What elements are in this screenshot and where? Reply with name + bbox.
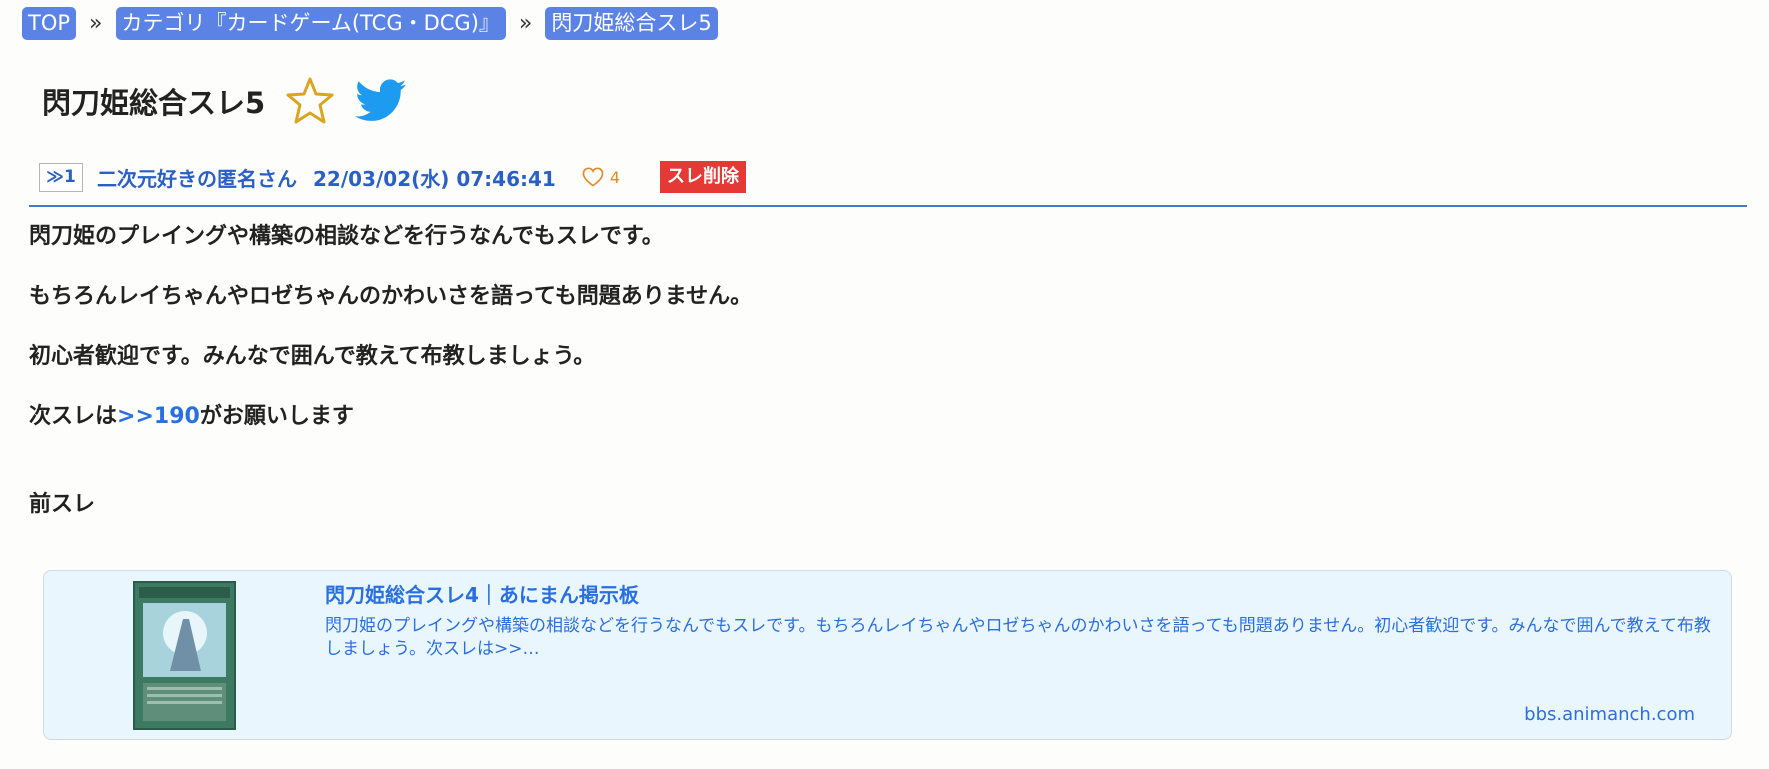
post-text: がお願いします bbox=[199, 404, 354, 429]
breadcrumb-category[interactable]: カテゴリ『カードゲーム(TCG・DCG)』 bbox=[115, 7, 506, 40]
post-line: 閃刀姫のプレイングや構築の相談などを行うなんでもスレです。 bbox=[29, 224, 664, 249]
twitter-icon[interactable] bbox=[355, 79, 407, 123]
star-icon[interactable] bbox=[285, 76, 335, 126]
card-thumbnail bbox=[133, 581, 236, 730]
breadcrumb-top[interactable]: TOP bbox=[22, 7, 77, 40]
breadcrumb-separator: » bbox=[89, 11, 103, 36]
post-line: もちろんレイちゃんやロゼちゃんのかわいさを語っても問題ありません。 bbox=[29, 284, 753, 309]
card-title: 閃刀姫総合スレ4｜あにまん掲示板 bbox=[325, 583, 639, 607]
link-card[interactable]: 閃刀姫総合スレ4｜あにまん掲示板 閃刀姫のプレイングや構築の相談などを行うなんで… bbox=[43, 570, 1732, 740]
reply-anchor-link[interactable]: >>190 bbox=[117, 404, 200, 429]
post-author: 二次元好きの匿名さん bbox=[97, 166, 297, 191]
like-button[interactable]: 4 bbox=[582, 167, 620, 187]
post-number-button[interactable]: ≫1 bbox=[39, 162, 83, 192]
post-datetime: 22/03/02(水) 07:46:41 bbox=[313, 166, 556, 191]
post-line: 初心者歓迎です。みんなで囲んで教えて布教しましょう。 bbox=[29, 344, 596, 369]
like-count: 4 bbox=[609, 167, 621, 187]
post-line: 次スレは>>190がお願いします bbox=[29, 398, 354, 430]
delete-thread-button[interactable]: スレ削除 bbox=[660, 161, 747, 193]
post-header: ≫1 二次元好きの匿名さん 22/03/02(水) 07:46:41 4 スレ削… bbox=[39, 160, 747, 194]
post-divider bbox=[29, 205, 1747, 207]
trading-card-image bbox=[135, 583, 234, 728]
card-domain: bbs.animanch.com bbox=[1524, 704, 1695, 725]
page-title: 閃刀姫総合スレ5 bbox=[42, 86, 266, 120]
card-description: 閃刀姫のプレイングや構築の相談などを行うなんでもスレです。もちろんレイちゃんやロ… bbox=[325, 616, 1711, 659]
breadcrumb-thread[interactable]: 閃刀姫総合スレ5 bbox=[545, 7, 718, 40]
post-line: 前スレ bbox=[29, 492, 96, 517]
breadcrumb-separator: » bbox=[518, 11, 533, 36]
post-text: 次スレは bbox=[29, 404, 118, 429]
breadcrumb: TOP » カテゴリ『カードゲーム(TCG・DCG)』 » 閃刀姫総合スレ5 bbox=[22, 7, 718, 40]
heart-icon bbox=[582, 167, 604, 187]
title-row: 閃刀姫総合スレ5 bbox=[42, 75, 407, 127]
